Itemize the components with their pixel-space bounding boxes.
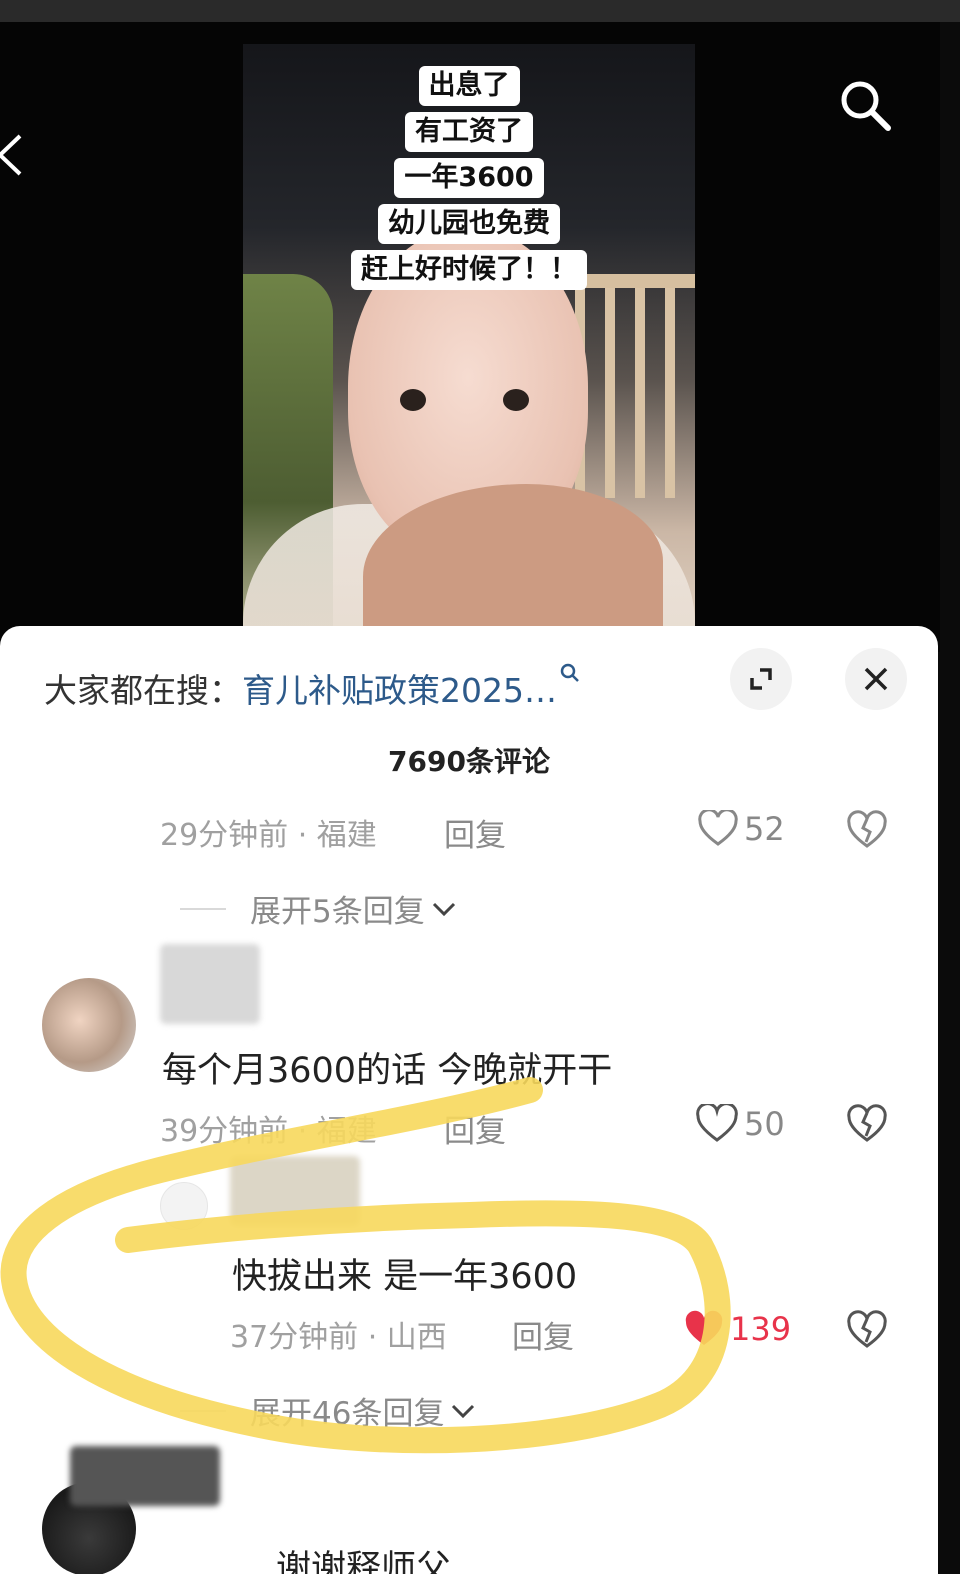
comment-4-text: 谢谢释师父 — [276, 1549, 452, 1574]
comment-1-location: 福建 — [316, 818, 377, 853]
comment-1-like-count: 52 — [744, 810, 785, 848]
divider-dash — [180, 907, 226, 910]
commenter-2-name-redacted — [160, 944, 260, 1024]
heart-filled-icon — [685, 1310, 723, 1345]
commenter-3-avatar[interactable] — [160, 1182, 208, 1230]
comment-3-time: 37分钟前 — [230, 1320, 359, 1355]
top-status-strip — [0, 0, 960, 22]
search-icon[interactable] — [836, 76, 894, 134]
broken-heart-icon[interactable] — [846, 810, 888, 852]
commenter-4-name-redacted — [70, 1446, 220, 1506]
baby-eye-left — [400, 389, 426, 411]
trending-search-row[interactable]: 大家都在搜：育儿补贴政策2025… — [44, 662, 581, 712]
video-caption-3: 一年3600 — [394, 158, 544, 198]
broken-heart-icon[interactable] — [846, 1310, 888, 1352]
trending-search-prefix: 大家都在搜： — [44, 671, 242, 710]
comment-3-like-button[interactable]: 139 — [684, 1310, 791, 1348]
comment-1-expand-label: 展开5条回复 — [250, 894, 425, 930]
video-caption-1: 出息了 — [418, 66, 520, 106]
commenter-3-name-redacted — [230, 1156, 360, 1226]
close-icon — [864, 667, 888, 691]
expand-sheet-button[interactable] — [730, 648, 792, 710]
comment-sheet: 大家都在搜：育儿补贴政策2025… 7690条评论 29分钟前 · 福建 回复 … — [0, 626, 938, 1574]
comment-2-like-button[interactable]: 50 — [696, 1104, 785, 1144]
comment-1-expand-replies[interactable]: 展开5条回复 — [180, 886, 457, 931]
comment-1-meta: 29分钟前 · 福建 — [160, 818, 377, 853]
screen-edge — [940, 22, 960, 1574]
baby-eye-right — [503, 389, 529, 411]
divider-dash — [180, 1409, 226, 1412]
video-frame[interactable]: 出息了 有工资了 一年3600 幼儿园也免费 赶上好时候了！！ — [243, 44, 695, 654]
comment-2-location: 福建 — [316, 1114, 377, 1149]
video-background-crib — [575, 274, 695, 498]
video-player[interactable]: 出息了 有工资了 一年3600 幼儿园也免费 赶上好时候了！！ — [0, 22, 940, 654]
video-caption-4: 幼儿园也免费 — [378, 204, 560, 244]
comment-2-reply-button[interactable]: 回复 — [444, 1106, 506, 1151]
trending-search-query[interactable]: 育儿补贴政策2025… — [242, 671, 557, 710]
heart-outline-icon — [696, 1104, 738, 1142]
comment-1-time: 29分钟前 — [160, 818, 289, 853]
expand-icon — [750, 668, 772, 690]
comment-2-meta: 39分钟前 · 福建 — [160, 1114, 377, 1149]
small-search-icon[interactable] — [559, 662, 581, 684]
comment-3-meta: 37分钟前 · 山西 — [230, 1320, 447, 1355]
back-arrow-icon[interactable] — [0, 130, 32, 180]
commenter-2-avatar[interactable] — [42, 978, 136, 1072]
comment-2-text: 每个月3600的话 今晚就开干 — [162, 1051, 613, 1091]
comment-3-location: 山西 — [386, 1320, 447, 1355]
comment-3-reply-button[interactable]: 回复 — [512, 1312, 574, 1357]
broken-heart-icon[interactable] — [846, 1104, 888, 1146]
video-caption-stack: 出息了 有工资了 一年3600 幼儿园也免费 赶上好时候了！！ — [243, 66, 695, 290]
chevron-down-icon — [432, 902, 455, 916]
comment-3-text: 快拔出来 是一年3600 — [232, 1257, 578, 1297]
comment-3-expand-label: 展开46条回复 — [250, 1396, 445, 1432]
comment-count: 7690条评论 — [388, 745, 550, 778]
heart-outline-icon — [698, 810, 738, 846]
comment-2-time: 39分钟前 — [160, 1114, 289, 1149]
comment-3-expand-replies[interactable]: 展开46条回复 — [180, 1388, 476, 1433]
comment-3-like-count: 139 — [730, 1310, 792, 1348]
comment-2-like-count: 50 — [744, 1105, 785, 1143]
close-sheet-button[interactable] — [845, 648, 907, 710]
comment-1-like-button[interactable]: 52 — [698, 810, 785, 848]
chevron-down-icon — [452, 1404, 475, 1418]
video-caption-5: 赶上好时候了！！ — [351, 250, 587, 290]
comment-1-reply-button[interactable]: 回复 — [444, 810, 506, 855]
video-caption-2: 有工资了 — [405, 112, 533, 152]
